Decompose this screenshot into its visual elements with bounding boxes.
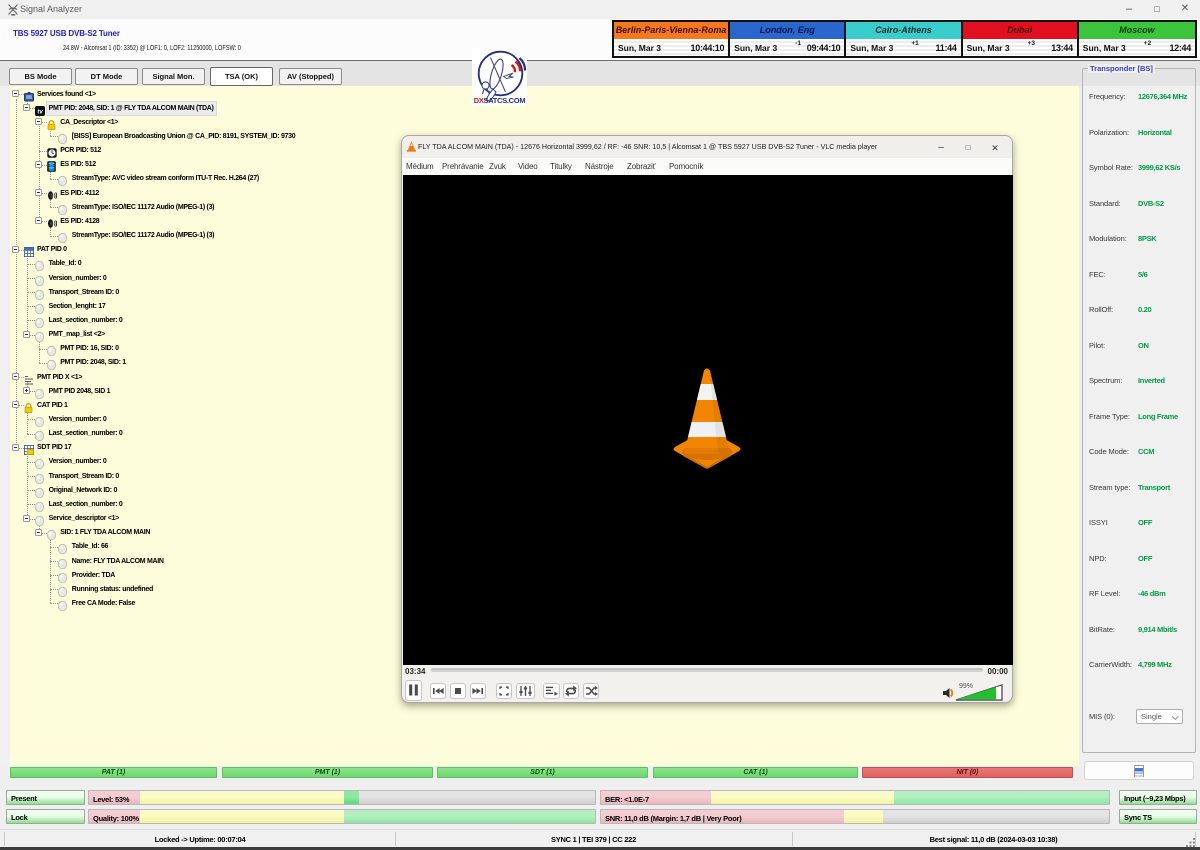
svg-text:tv: tv	[37, 109, 43, 115]
